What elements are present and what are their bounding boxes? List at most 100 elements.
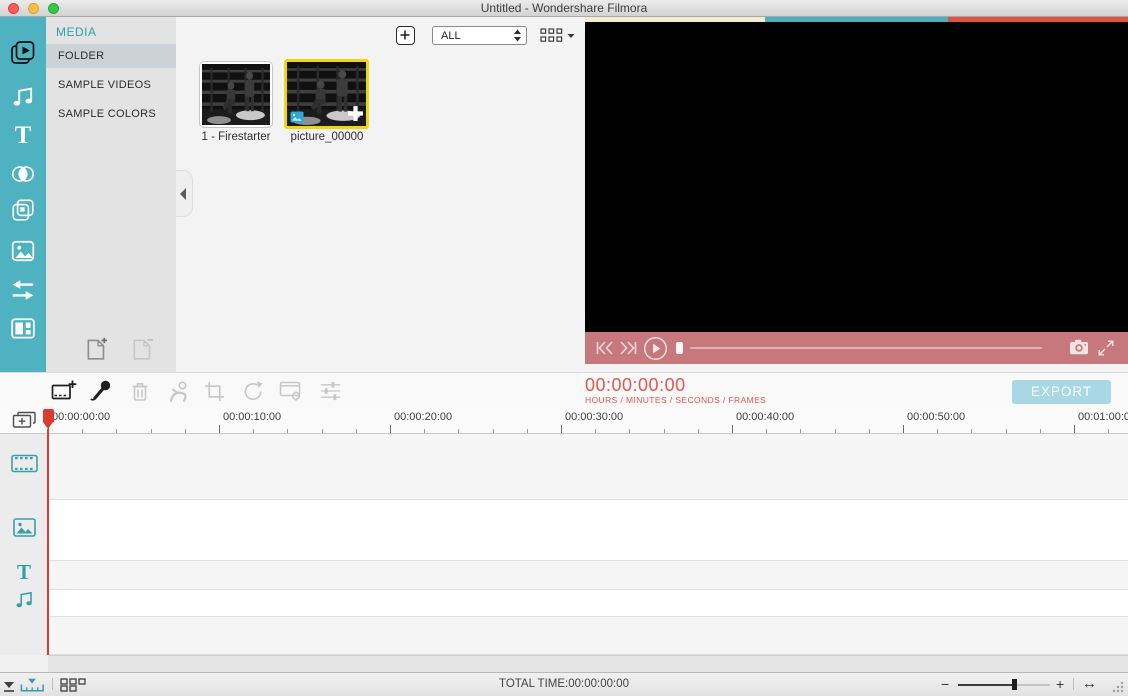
image-type-badge-icon — [290, 111, 304, 123]
sidebar: T — [0, 17, 46, 372]
skip-to-end-button[interactable] — [620, 341, 637, 355]
ruler-minor-tick — [800, 429, 801, 433]
ruler-minor-tick — [116, 429, 117, 433]
video-preview[interactable] — [585, 22, 1128, 332]
camera-icon — [1068, 338, 1090, 356]
ruler-label: 00:00:30:00 — [565, 411, 623, 423]
ruler-minor-tick — [185, 429, 186, 433]
sidebar-item-media[interactable] — [8, 38, 38, 68]
ruler-minor-tick — [1006, 429, 1007, 433]
sidebar-item-layouts[interactable] — [8, 314, 38, 344]
media-item-picture-00000[interactable] — [284, 59, 369, 129]
seek-handle[interactable] — [676, 342, 683, 354]
audio-track[interactable] — [48, 590, 1128, 617]
fit-to-timeline-button[interactable]: ↔ — [1082, 675, 1097, 692]
edit-properties-button[interactable] — [278, 379, 304, 403]
sidebar-item-audio[interactable] — [8, 81, 38, 111]
collapse-panel-tab[interactable] — [176, 170, 193, 217]
ruler-minor-tick — [253, 429, 254, 433]
media-panel-item-folder[interactable]: FOLDER — [46, 44, 176, 68]
extra-track[interactable] — [48, 617, 1128, 655]
media-item-label: 1 - Firestarter — [196, 131, 276, 143]
ruler-minor-tick — [1040, 429, 1041, 433]
add-to-timeline-plus-icon[interactable] — [347, 105, 364, 122]
media-filter-select[interactable]: ALL — [432, 26, 527, 45]
ruler-minor-tick — [151, 429, 152, 433]
crop-icon — [203, 380, 226, 403]
zoom-out-button[interactable]: − — [941, 676, 949, 692]
divider — [1073, 678, 1074, 690]
ruler-label: 00:01:00:00 — [1078, 411, 1128, 423]
record-voiceover-button[interactable] — [88, 379, 114, 403]
skip-end-icon — [620, 341, 637, 355]
zoom-in-button[interactable]: + — [1056, 676, 1064, 692]
seek-bar[interactable] — [690, 347, 1042, 349]
ruler-label: 00:00:00:00 — [52, 411, 110, 423]
delete-button[interactable] — [127, 379, 153, 403]
skip-to-start-button[interactable] — [596, 341, 613, 355]
track-gutter: T — [0, 434, 48, 655]
timeline-zoom-slider-fill — [958, 684, 1015, 686]
pip-track[interactable] — [48, 500, 1128, 561]
ruler-minor-tick — [629, 429, 630, 433]
timeline-scroll-corner — [0, 655, 48, 672]
elements-icon — [10, 238, 36, 264]
sidebar-item-transitions[interactable] — [8, 159, 38, 189]
ruler-label: 00:00:20:00 — [394, 411, 452, 423]
play-icon — [643, 336, 668, 361]
import-file-button[interactable] — [84, 335, 110, 366]
adjust-button[interactable] — [317, 379, 343, 403]
sidebar-item-overlays[interactable] — [8, 195, 38, 225]
add-track-button[interactable] — [12, 411, 37, 434]
resize-grip-icon[interactable] — [1111, 680, 1124, 696]
ruler-major-tick — [219, 425, 220, 433]
remove-file-button[interactable] — [130, 335, 156, 366]
video-track-header[interactable] — [0, 454, 48, 473]
person-icon — [167, 380, 190, 403]
add-file-icon — [84, 335, 110, 361]
transitions-icon — [9, 161, 37, 187]
ruler-major-tick — [903, 425, 904, 433]
timeline-scrollbar[interactable] — [48, 655, 1128, 672]
ruler-minor-tick — [287, 429, 288, 433]
media-panel-item-sample-colors[interactable]: SAMPLE COLORS — [46, 102, 176, 126]
sidebar-item-titles[interactable]: T — [8, 120, 38, 150]
media-item-firestarter[interactable] — [200, 62, 272, 127]
add-media-button[interactable] — [396, 26, 415, 45]
text-track[interactable] — [48, 561, 1128, 590]
ruler-minor-tick — [322, 429, 323, 433]
titles-icon: T — [15, 123, 32, 148]
playhead-handle[interactable] — [43, 409, 54, 422]
power-tool-button[interactable] — [165, 379, 191, 403]
video-track[interactable] — [48, 434, 1128, 500]
fullscreen-button[interactable] — [1098, 340, 1114, 356]
remove-file-icon — [130, 335, 156, 361]
ruler-minor-tick — [527, 429, 528, 433]
audio-track-header[interactable] — [0, 589, 48, 610]
add-track-icon — [12, 411, 37, 429]
ruler-minor-tick — [82, 429, 83, 433]
ruler-label: 00:00:40:00 — [736, 411, 794, 423]
titles-icon: T — [17, 562, 31, 583]
crop-button[interactable] — [201, 379, 227, 403]
ruler-minor-tick — [698, 429, 699, 433]
play-button[interactable] — [643, 336, 668, 361]
add-to-timeline-button[interactable] — [51, 379, 77, 403]
timeline-zoom-slider-handle[interactable] — [1012, 679, 1017, 690]
rotate-button[interactable] — [240, 379, 266, 403]
sidebar-item-split-screen[interactable] — [8, 275, 38, 305]
sidebar-item-elements[interactable] — [8, 236, 38, 266]
pip-track-header[interactable] — [0, 518, 48, 537]
title-bar: Untitled - Wondershare Filmora — [0, 0, 1128, 17]
media-panel-item-sample-videos[interactable]: SAMPLE VIDEOS — [46, 73, 176, 97]
ruler-minor-tick — [424, 429, 425, 433]
grid-view-icon — [540, 28, 563, 43]
text-track-header[interactable]: T — [0, 562, 48, 583]
ruler-major-tick — [732, 425, 733, 433]
snapshot-button[interactable] — [1068, 338, 1090, 356]
ruler-minor-tick — [595, 429, 596, 433]
export-button[interactable]: EXPORT — [1012, 380, 1111, 404]
timeline-ruler-scale[interactable]: 00:00:00:0000:00:10:0000:00:20:0000:00:3… — [48, 408, 1128, 433]
view-mode-button[interactable] — [540, 28, 576, 44]
chevron-left-icon — [180, 188, 186, 200]
